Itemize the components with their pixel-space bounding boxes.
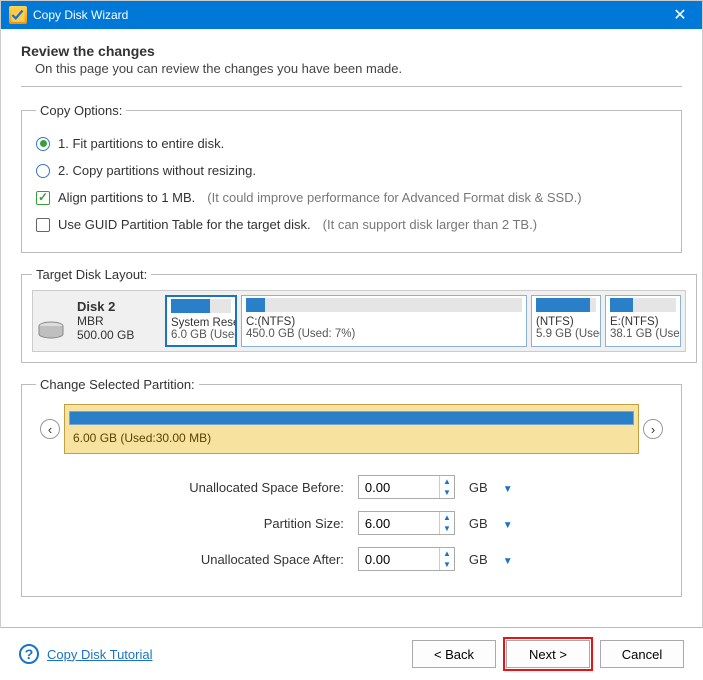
slider-next-button[interactable]: › [643, 419, 663, 439]
spinner-down-icon[interactable]: ▼ [440, 559, 454, 570]
partition-usage-bar [610, 298, 676, 312]
target-disk-layout-legend: Target Disk Layout: [32, 267, 151, 282]
size-label: Unallocated Space Before: [183, 470, 350, 504]
spinner-up-icon[interactable]: ▲ [440, 512, 454, 523]
nav-buttons: < Back Next > Cancel [412, 640, 684, 668]
size-input[interactable] [359, 512, 439, 534]
size-form: Unallocated Space Before:▲▼GB▼Partition … [181, 468, 521, 578]
change-selected-legend: Change Selected Partition: [36, 377, 199, 392]
copy-options-group: Copy Options: 1. Fit partitions to entir… [21, 103, 682, 253]
option-label: 2. Copy partitions without resizing. [58, 163, 256, 178]
size-row: Unallocated Space After:▲▼GB▼ [183, 542, 519, 576]
partition-usage-bar [536, 298, 596, 312]
partition-usage-bar [246, 298, 522, 312]
spinner-up-icon[interactable]: ▲ [440, 476, 454, 487]
partition-label: E:(NTFS) [610, 316, 676, 328]
slider-row: ‹ 6.00 GB (Used:30.00 MB) › [36, 404, 667, 454]
option-copy-without-resizing[interactable]: 2. Copy partitions without resizing. [36, 157, 667, 184]
slider-prev-button[interactable]: ‹ [40, 419, 60, 439]
disk-row: Disk 2 MBR 500.00 GB System Rese6.0 GB (… [32, 290, 686, 352]
size-row: Partition Size:▲▼GB▼ [183, 506, 519, 540]
size-input[interactable] [359, 476, 439, 498]
page-subtitle: On this page you can review the changes … [35, 61, 682, 76]
size-spinner[interactable]: ▲▼ [358, 475, 455, 499]
disk-scheme: MBR [77, 314, 155, 328]
size-spinner[interactable]: ▲▼ [358, 511, 455, 535]
option-align-partitions[interactable]: Align partitions to 1 MB. (It could impr… [36, 184, 667, 211]
option-fit-partitions[interactable]: 1. Fit partitions to entire disk. [36, 130, 667, 157]
footer: ? Copy Disk Tutorial < Back Next > Cance… [1, 627, 702, 680]
back-button[interactable]: < Back [412, 640, 496, 668]
spinner-up-icon[interactable]: ▲ [440, 548, 454, 559]
copy-options-legend: Copy Options: [36, 103, 126, 118]
unit-dropdown-icon[interactable]: ▼ [502, 556, 514, 567]
disk-size: 500.00 GB [77, 328, 155, 342]
checkbox-icon [36, 218, 50, 232]
option-label: Align partitions to 1 MB. [58, 190, 195, 205]
radio-icon [36, 164, 50, 178]
size-input[interactable] [359, 548, 439, 570]
partition-size: 450.0 GB (Used: 7%) [246, 328, 522, 340]
divider [21, 86, 682, 87]
size-label: Unallocated Space After: [183, 542, 350, 576]
next-button[interactable]: Next > [506, 640, 590, 668]
spinner-down-icon[interactable]: ▼ [440, 487, 454, 498]
checkbox-icon [36, 191, 50, 205]
option-hint: (It could improve performance for Advanc… [207, 190, 581, 205]
unit-dropdown-icon[interactable]: ▼ [502, 520, 514, 531]
disk-icon [37, 295, 67, 347]
partition[interactable]: (NTFS)5.9 GB (Used [531, 295, 601, 347]
partition-label: (NTFS) [536, 316, 596, 328]
partition-size: 5.9 GB (Used [536, 328, 596, 340]
disk-info: Disk 2 MBR 500.00 GB [71, 295, 161, 347]
help-icon[interactable]: ? [19, 644, 39, 664]
partition-list: System Rese6.0 GB (UsedC:(NTFS)450.0 GB … [165, 295, 681, 347]
change-selected-partition-group: Change Selected Partition: ‹ 6.00 GB (Us… [21, 377, 682, 597]
tutorial-link[interactable]: Copy Disk Tutorial [47, 647, 152, 662]
partition-usage-bar [171, 299, 231, 313]
option-hint: (It can support disk larger than 2 TB.) [323, 217, 537, 232]
window-title: Copy Disk Wizard [33, 8, 666, 22]
partition-label: System Rese [171, 317, 231, 329]
content: Review the changes On this page you can … [1, 29, 702, 621]
option-label: Use GUID Partition Table for the target … [58, 217, 311, 232]
size-unit: GB [463, 542, 494, 576]
wizard-icon [9, 6, 27, 24]
slider-label: 6.00 GB (Used:30.00 MB) [69, 431, 634, 445]
partition[interactable]: System Rese6.0 GB (Used [165, 295, 237, 347]
slider-track [69, 411, 634, 425]
size-unit: GB [463, 506, 494, 540]
option-label: 1. Fit partitions to entire disk. [58, 136, 224, 151]
unit-dropdown-icon[interactable]: ▼ [502, 484, 514, 495]
partition-size: 6.0 GB (Used [171, 329, 231, 341]
option-use-gpt[interactable]: Use GUID Partition Table for the target … [36, 211, 667, 238]
cancel-button[interactable]: Cancel [600, 640, 684, 668]
partition[interactable]: E:(NTFS)38.1 GB (Use [605, 295, 681, 347]
partition-slider[interactable]: 6.00 GB (Used:30.00 MB) [64, 404, 639, 454]
size-spinner[interactable]: ▲▼ [358, 547, 455, 571]
radio-icon [36, 137, 50, 151]
titlebar: Copy Disk Wizard ✕ [1, 1, 702, 29]
size-label: Partition Size: [183, 506, 350, 540]
size-row: Unallocated Space Before:▲▼GB▼ [183, 470, 519, 504]
disk-name: Disk 2 [77, 299, 155, 314]
size-unit: GB [463, 470, 494, 504]
spinner-down-icon[interactable]: ▼ [440, 523, 454, 534]
close-icon[interactable]: ✕ [666, 5, 694, 25]
target-disk-layout-group: Target Disk Layout: Disk 2 MBR 500.00 GB… [21, 267, 697, 363]
partition-label: C:(NTFS) [246, 316, 522, 328]
partition[interactable]: C:(NTFS)450.0 GB (Used: 7%) [241, 295, 527, 347]
page-heading: Review the changes [21, 43, 682, 59]
partition-size: 38.1 GB (Use [610, 328, 676, 340]
